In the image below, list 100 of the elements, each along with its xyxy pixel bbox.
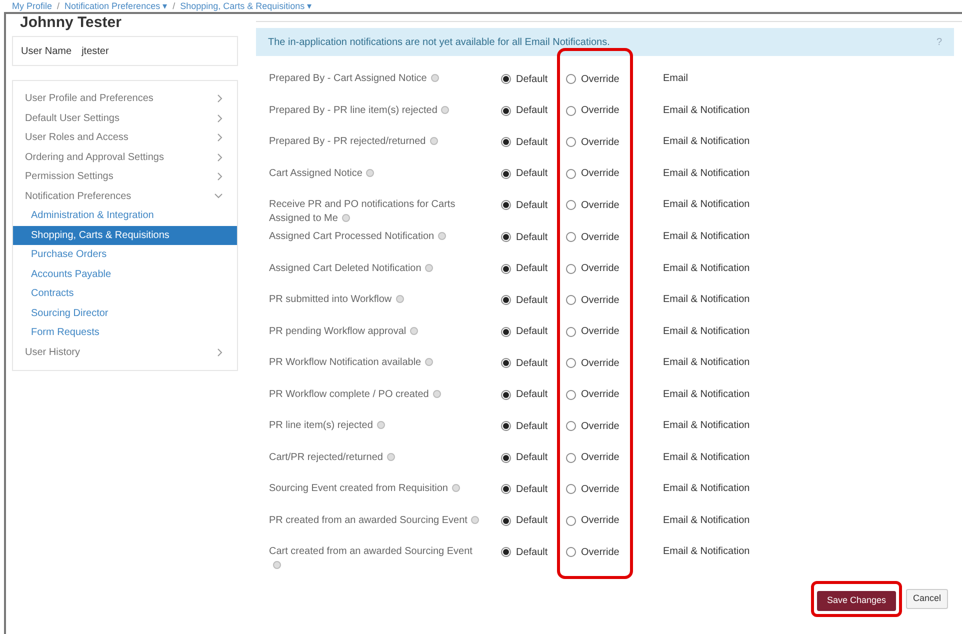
radio-button[interactable] bbox=[566, 264, 576, 274]
override-option[interactable]: Override bbox=[563, 545, 663, 559]
info-icon[interactable] bbox=[438, 232, 446, 240]
info-icon[interactable] bbox=[342, 214, 350, 222]
radio-button[interactable] bbox=[566, 452, 576, 462]
radio-button[interactable] bbox=[501, 74, 511, 84]
nav-subitem[interactable]: Accounts Payable bbox=[13, 264, 237, 284]
default-option[interactable]: Default bbox=[501, 450, 563, 464]
username-value: jtester bbox=[82, 44, 109, 58]
radio-button[interactable] bbox=[566, 484, 576, 494]
override-option[interactable]: Override bbox=[563, 166, 663, 180]
override-option[interactable]: Override bbox=[563, 450, 663, 464]
radio-button[interactable] bbox=[566, 547, 576, 557]
info-icon[interactable] bbox=[441, 106, 450, 114]
nav-item[interactable]: User Roles and Access bbox=[13, 128, 237, 148]
override-option[interactable]: Override bbox=[563, 230, 663, 244]
info-icon[interactable] bbox=[386, 452, 395, 461]
nav-subitem[interactable]: Sourcing Director bbox=[13, 304, 237, 323]
nav-item[interactable]: User Profile and Preferences bbox=[13, 89, 237, 108]
breadcrumb-link[interactable]: My Profile bbox=[12, 0, 52, 12]
default-option[interactable]: Default bbox=[501, 514, 563, 528]
radio-button[interactable] bbox=[566, 232, 576, 242]
default-option[interactable]: Default bbox=[501, 198, 563, 212]
radio-button[interactable] bbox=[566, 106, 576, 116]
radio-button[interactable] bbox=[566, 421, 576, 431]
radio-button[interactable] bbox=[566, 516, 576, 526]
radio-button[interactable] bbox=[501, 106, 511, 116]
nav-subitem[interactable]: Shopping, Carts & Requisitions bbox=[13, 226, 237, 245]
nav-item[interactable]: Notification Preferences bbox=[13, 186, 237, 206]
info-icon[interactable] bbox=[452, 484, 460, 492]
radio-button[interactable] bbox=[566, 168, 576, 178]
radio-button[interactable] bbox=[566, 295, 576, 305]
override-option[interactable]: Override bbox=[563, 388, 663, 402]
info-icon[interactable] bbox=[432, 390, 441, 398]
nav-item[interactable]: Ordering and Approval Settings bbox=[13, 148, 237, 167]
info-icon[interactable] bbox=[410, 326, 418, 335]
radio-button[interactable] bbox=[501, 452, 511, 462]
default-option[interactable]: Default bbox=[501, 482, 563, 496]
radio-button[interactable] bbox=[501, 137, 511, 147]
info-icon[interactable] bbox=[425, 264, 434, 272]
radio-button[interactable] bbox=[501, 547, 511, 557]
radio-button[interactable] bbox=[501, 358, 511, 368]
override-option[interactable]: Override bbox=[563, 324, 663, 338]
info-icon[interactable] bbox=[396, 295, 404, 304]
override-option[interactable]: Override bbox=[563, 356, 663, 370]
default-option[interactable]: Default bbox=[501, 230, 563, 244]
save-changes-button[interactable]: Save Changes bbox=[816, 590, 896, 611]
default-option[interactable]: Default bbox=[501, 324, 563, 338]
nav-subitem[interactable]: Administration & Integration bbox=[13, 206, 237, 226]
radio-button[interactable] bbox=[501, 200, 511, 210]
default-option[interactable]: Default bbox=[501, 419, 563, 433]
info-icon[interactable] bbox=[425, 358, 434, 366]
override-option[interactable]: Override bbox=[563, 135, 663, 149]
info-icon[interactable] bbox=[430, 137, 438, 146]
radio-button[interactable] bbox=[566, 390, 576, 400]
default-option[interactable]: Default bbox=[501, 388, 563, 402]
radio-button[interactable] bbox=[566, 137, 576, 147]
radio-button[interactable] bbox=[501, 264, 511, 274]
breadcrumb-link[interactable]: Notification Preferences ▾ bbox=[64, 0, 168, 12]
info-icon[interactable] bbox=[430, 74, 439, 82]
info-icon[interactable] bbox=[376, 421, 385, 430]
override-option[interactable]: Override bbox=[563, 198, 663, 212]
nav-item[interactable]: Default User Settings bbox=[13, 108, 237, 128]
info-icon[interactable] bbox=[366, 168, 374, 177]
default-option[interactable]: Default bbox=[501, 72, 563, 86]
info-icon[interactable] bbox=[471, 516, 480, 524]
info-icon[interactable] bbox=[273, 561, 281, 570]
default-option[interactable]: Default bbox=[501, 166, 563, 180]
radio-button[interactable] bbox=[501, 421, 511, 431]
nav-subitem[interactable]: Purchase Orders bbox=[13, 245, 237, 264]
radio-button[interactable] bbox=[566, 74, 576, 84]
default-option[interactable]: Default bbox=[501, 135, 563, 149]
default-option[interactable]: Default bbox=[501, 293, 563, 307]
nav-item[interactable]: Permission Settings bbox=[13, 167, 237, 186]
default-option[interactable]: Default bbox=[501, 545, 563, 559]
cancel-button[interactable]: Cancel bbox=[906, 589, 948, 609]
radio-button[interactable] bbox=[566, 358, 576, 368]
override-option[interactable]: Override bbox=[563, 72, 663, 86]
radio-button[interactable] bbox=[501, 168, 511, 178]
override-option[interactable]: Override bbox=[563, 482, 663, 496]
override-option[interactable]: Override bbox=[563, 419, 663, 433]
radio-button[interactable] bbox=[501, 232, 511, 242]
default-option[interactable]: Default bbox=[501, 262, 563, 276]
radio-button[interactable] bbox=[566, 200, 576, 210]
override-option[interactable]: Override bbox=[563, 293, 663, 307]
radio-button[interactable] bbox=[566, 326, 576, 336]
radio-button[interactable] bbox=[501, 326, 511, 336]
default-option[interactable]: Default bbox=[501, 104, 563, 118]
radio-button[interactable] bbox=[501, 516, 511, 526]
default-option[interactable]: Default bbox=[501, 356, 563, 370]
breadcrumb-link[interactable]: Shopping, Carts & Requisitions ▾ bbox=[180, 0, 312, 12]
radio-button[interactable] bbox=[501, 390, 511, 400]
override-option[interactable]: Override bbox=[563, 104, 663, 118]
nav-item[interactable]: User History bbox=[13, 342, 237, 362]
nav-subitem[interactable]: Form Requests bbox=[13, 323, 237, 342]
nav-subitem[interactable]: Contracts bbox=[13, 284, 237, 304]
radio-button[interactable] bbox=[501, 295, 511, 305]
override-option[interactable]: Override bbox=[563, 262, 663, 276]
override-option[interactable]: Override bbox=[563, 514, 663, 528]
radio-button[interactable] bbox=[501, 484, 511, 494]
